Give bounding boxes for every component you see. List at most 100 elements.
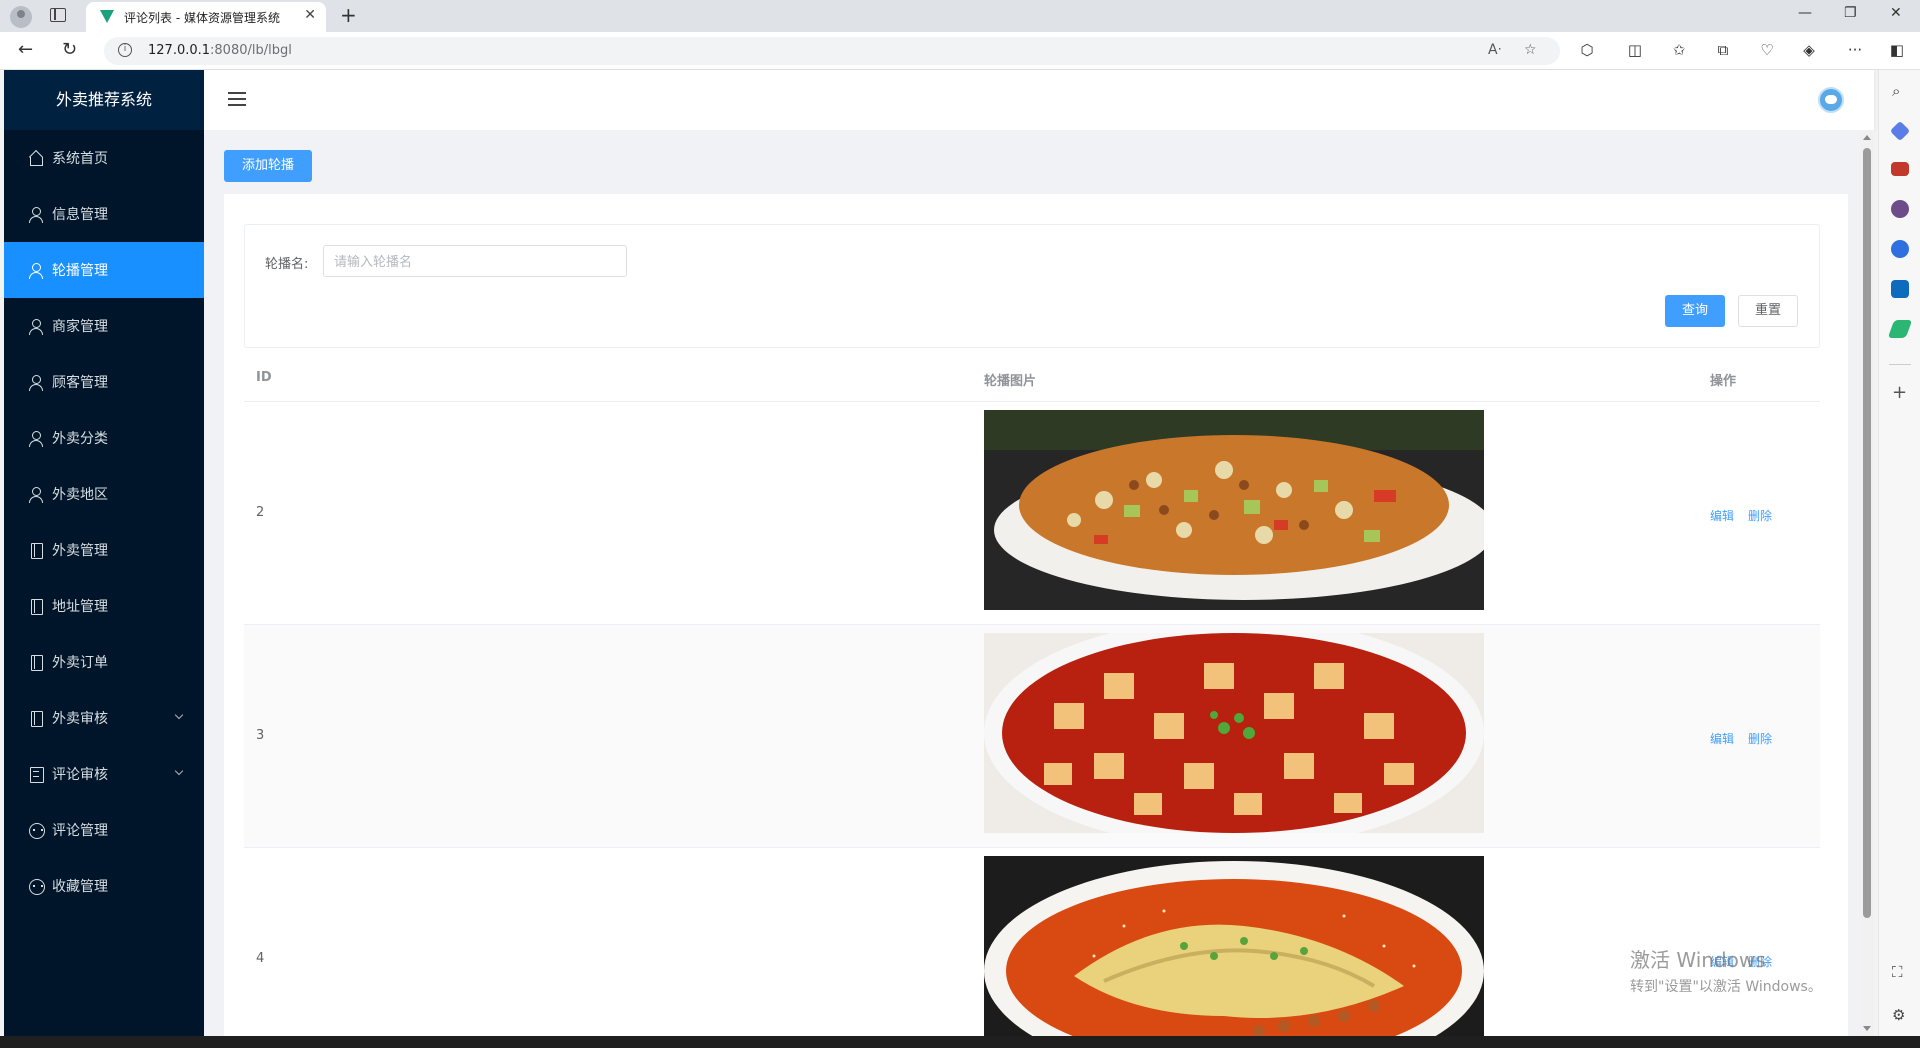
refresh-icon[interactable]: ↻ bbox=[62, 39, 77, 60]
search-icon[interactable]: ⌕ bbox=[1892, 82, 1900, 100]
site-info-icon[interactable]: i bbox=[118, 43, 132, 57]
sidebar-item-label: 信息管理 bbox=[52, 207, 108, 223]
document-icon bbox=[28, 654, 44, 671]
document-icon bbox=[28, 598, 44, 615]
user-icon bbox=[28, 318, 44, 335]
row-id: 3 bbox=[256, 728, 265, 743]
reset-button[interactable]: 重置 bbox=[1738, 295, 1798, 327]
shopping-tag-icon[interactable] bbox=[1889, 120, 1911, 142]
settings-gear-icon[interactable]: ⚙ bbox=[1892, 1006, 1905, 1024]
tab-actions-icon[interactable] bbox=[50, 8, 66, 22]
read-aloud-icon[interactable]: Aᐧ bbox=[1488, 42, 1501, 58]
more-menu-icon[interactable]: ··· bbox=[1846, 41, 1864, 59]
games-icon[interactable] bbox=[1891, 200, 1909, 218]
sidebar-item[interactable]: 外卖审核 bbox=[4, 690, 204, 746]
new-tab-icon[interactable]: + bbox=[340, 3, 357, 27]
sidebar-item[interactable]: 商家管理 bbox=[4, 298, 204, 354]
sidebar-item-label: 外卖分类 bbox=[52, 431, 108, 447]
favorite-star-icon[interactable]: ☆ bbox=[1524, 42, 1537, 58]
row-id: 4 bbox=[256, 951, 265, 966]
url-field[interactable]: i 127.0.0.1:8080/lb/lbgl Aᐧ ☆ bbox=[104, 37, 1560, 65]
collections-icon[interactable]: ⧉ bbox=[1714, 41, 1732, 59]
sidebar-item-label: 外卖审核 bbox=[52, 711, 108, 727]
scroll-up-icon[interactable] bbox=[1863, 135, 1871, 140]
copilot-icon[interactable]: ◈ bbox=[1800, 41, 1818, 59]
sidebar-item-label: 顾客管理 bbox=[52, 375, 108, 391]
kung-pao-chicken-photo bbox=[984, 410, 1484, 610]
microsoft365-icon[interactable] bbox=[1891, 240, 1909, 258]
sidebar-item-label: 地址管理 bbox=[52, 599, 108, 615]
outlook-icon[interactable] bbox=[1891, 280, 1909, 298]
carousel-name-input[interactable] bbox=[323, 245, 627, 277]
sidebar-item[interactable]: 外卖分类 bbox=[4, 410, 204, 466]
sidebar-item[interactable]: 外卖地区 bbox=[4, 466, 204, 522]
home-icon bbox=[28, 150, 44, 166]
user-icon bbox=[28, 374, 44, 391]
sidebar-item-label: 外卖订单 bbox=[52, 655, 108, 671]
favorites-icon[interactable]: ✩ bbox=[1670, 41, 1688, 59]
chat-icon bbox=[28, 822, 45, 839]
browser-tab[interactable]: 评论列表 - 媒体资源管理系统 ✕ bbox=[86, 2, 326, 32]
send-icon[interactable] bbox=[1887, 320, 1913, 338]
avatar[interactable] bbox=[1818, 87, 1844, 113]
sidebar-toggle-icon[interactable]: ◧ bbox=[1888, 41, 1906, 59]
sidebar-item[interactable]: 评论审核 bbox=[4, 746, 204, 802]
edit-link[interactable]: 编辑 bbox=[1710, 509, 1734, 523]
user-icon bbox=[28, 262, 44, 279]
split-screen-icon[interactable]: ◫ bbox=[1626, 41, 1644, 59]
watermark-line2: 转到"设置"以激活 Windows。 bbox=[1630, 979, 1822, 995]
mapo-tofu-photo bbox=[984, 633, 1484, 833]
sidebar-item[interactable]: 收藏管理 bbox=[4, 858, 204, 914]
carousel-table: ID 轮播图片 操作 2 编辑 删除 3 编辑 删除 4 编辑 删除 bbox=[244, 354, 1820, 1036]
close-tab-icon[interactable]: ✕ bbox=[304, 7, 316, 23]
sidebar-item[interactable]: 系统首页 bbox=[4, 130, 204, 186]
search-panel: 轮播名: 查询 重置 bbox=[244, 224, 1820, 348]
delete-link[interactable]: 删除 bbox=[1748, 732, 1772, 746]
sidebar-item[interactable]: 信息管理 bbox=[4, 186, 204, 242]
table-header: ID 轮播图片 操作 bbox=[244, 354, 1820, 402]
sidebar-item[interactable]: 外卖订单 bbox=[4, 634, 204, 690]
sidebar-item[interactable]: 外卖管理 bbox=[4, 522, 204, 578]
scrollbar-thumb[interactable] bbox=[1863, 148, 1871, 918]
tab-title: 评论列表 - 媒体资源管理系统 bbox=[124, 11, 280, 25]
edge-sidebar: ⌕ + ⛶ ⚙ bbox=[1878, 70, 1920, 1036]
sidebar-item[interactable]: 轮播管理 bbox=[4, 242, 204, 298]
hamburger-menu-icon[interactable] bbox=[228, 92, 246, 106]
page-scrollbar[interactable] bbox=[1860, 130, 1874, 1036]
close-window-icon[interactable]: ✕ bbox=[1890, 5, 1902, 21]
sliced-chicken-chili-oil-photo bbox=[984, 856, 1484, 1036]
back-icon[interactable]: ← bbox=[18, 39, 33, 60]
edit-link[interactable]: 编辑 bbox=[1710, 732, 1734, 746]
scroll-down-icon[interactable] bbox=[1863, 1026, 1871, 1031]
query-button[interactable]: 查询 bbox=[1665, 295, 1725, 327]
delete-link[interactable]: 删除 bbox=[1748, 509, 1772, 523]
row-actions: 编辑 删除 bbox=[1710, 730, 1786, 747]
main-content: 添加轮播 轮播名: 查询 重置 ID 轮播图片 操作 2 bbox=[204, 130, 1864, 1036]
brand-title: 外卖推荐系统 bbox=[4, 70, 204, 130]
tools-briefcase-icon[interactable] bbox=[1891, 162, 1909, 176]
minimize-icon[interactable]: — bbox=[1798, 5, 1812, 21]
content-card: 轮播名: 查询 重置 ID 轮播图片 操作 2 bbox=[224, 194, 1848, 1036]
sidebar-item-label: 评论审核 bbox=[52, 767, 108, 783]
sidebar-item-label: 轮播管理 bbox=[52, 263, 108, 279]
sidebar-item-label: 商家管理 bbox=[52, 319, 108, 335]
browser-tab-bar: 评论列表 - 媒体资源管理系统 ✕ + — ❐ ✕ bbox=[0, 0, 1920, 32]
add-carousel-button[interactable]: 添加轮播 bbox=[224, 150, 312, 182]
taskbar bbox=[0, 1036, 1920, 1048]
add-app-icon[interactable]: + bbox=[1892, 382, 1907, 403]
sidebar-item[interactable]: 评论管理 bbox=[4, 802, 204, 858]
sidebar-item-label: 系统首页 bbox=[52, 151, 108, 167]
restore-icon[interactable]: ❐ bbox=[1844, 5, 1857, 21]
extensions-icon[interactable]: ⬡ bbox=[1578, 41, 1596, 59]
sidebar-menu: 系统首页信息管理轮播管理商家管理顾客管理外卖分类外卖地区 外卖管理地址管理外卖订单… bbox=[4, 130, 204, 914]
profile-icon[interactable] bbox=[10, 6, 32, 28]
table-row: 4 编辑 删除 bbox=[244, 848, 1820, 1036]
user-icon bbox=[28, 486, 44, 503]
sidebar-item[interactable]: 地址管理 bbox=[4, 578, 204, 634]
browser-essentials-icon[interactable]: ♡ bbox=[1758, 41, 1776, 59]
windows-activation-watermark: 激活 Windows 转到"设置"以激活 Windows。 bbox=[1630, 944, 1822, 996]
sidebar-item[interactable]: 顾客管理 bbox=[4, 354, 204, 410]
table-row: 2 编辑 删除 bbox=[244, 402, 1820, 625]
top-header bbox=[204, 70, 1874, 130]
screenshot-icon[interactable]: ⛶ bbox=[1892, 963, 1903, 981]
